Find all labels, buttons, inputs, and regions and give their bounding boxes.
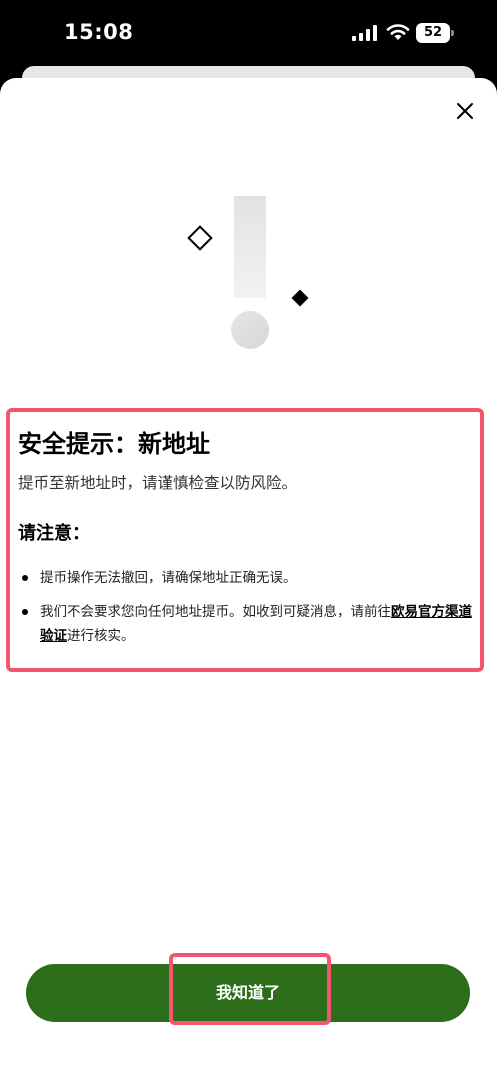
- close-icon[interactable]: [452, 98, 478, 124]
- exclamation-warning-icon: [187, 196, 309, 349]
- confirm-highlight-frame: [169, 953, 331, 1025]
- bullet-dot: [22, 609, 28, 615]
- wifi-icon: [386, 24, 410, 40]
- attention-heading: 请注意：: [18, 523, 90, 544]
- notice-bullet-2: 我们不会要求您向任何地址提币。如收到可疑消息，请前往欧易官方渠道验证进行核实。: [40, 600, 472, 648]
- notice-subtitle: 提币至新地址时，请谨慎检查以防风险。: [18, 474, 298, 492]
- status-bar: 15:08 52: [0, 0, 497, 68]
- status-time: 15:08: [64, 20, 134, 44]
- bullet-2-suffix: 进行核实。: [67, 628, 135, 644]
- notice-bullet-1: 提币操作无法撤回，请确保地址正确无误。: [40, 570, 297, 586]
- bullet-2-prefix: 我们不会要求您向任何地址提币。如收到可疑消息，请前往: [40, 604, 391, 620]
- bullet-dot: [22, 575, 28, 581]
- battery-level: 52: [423, 25, 443, 40]
- battery-icon: 52: [416, 23, 454, 43]
- signal-icon: [352, 25, 377, 41]
- notice-title: 安全提示：新地址: [18, 430, 210, 458]
